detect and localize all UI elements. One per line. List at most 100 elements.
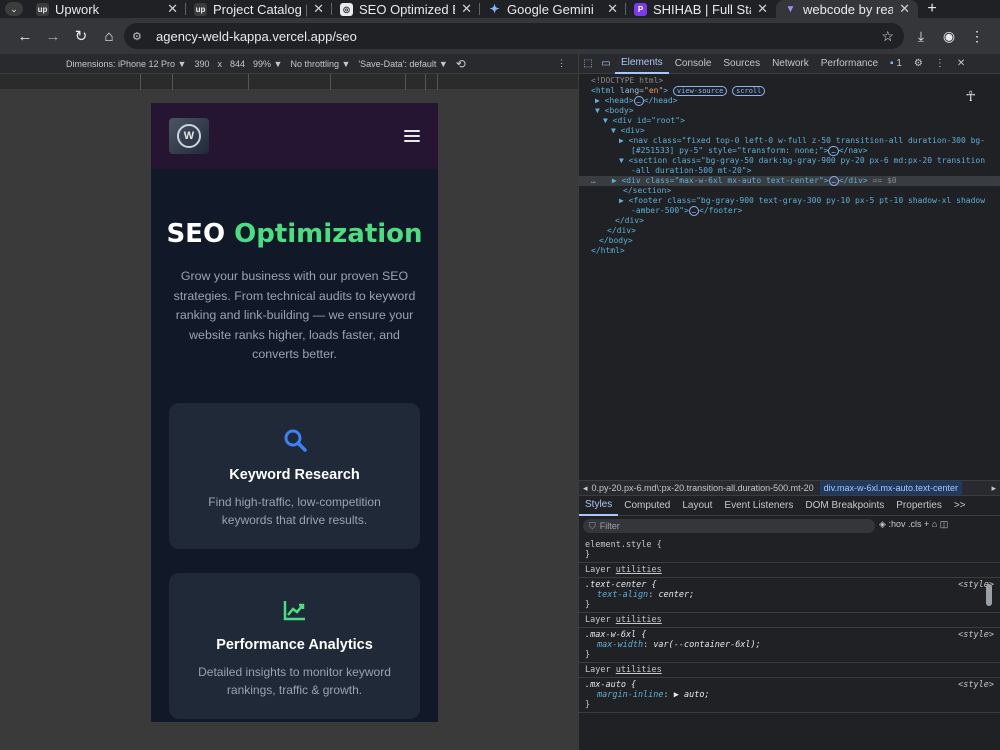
zoom-select[interactable]: 99% ▼: [253, 59, 282, 69]
dom-line[interactable]: ▼ <div id="root">: [591, 116, 1000, 126]
dom-line[interactable]: </section>: [591, 186, 1000, 196]
devtools-close-icon[interactable]: ✕: [951, 54, 971, 74]
css-rule-text-center[interactable]: .text-center {<style> text-align: center…: [579, 578, 1000, 613]
paint-icon[interactable]: ⌂: [932, 519, 937, 529]
tab-dom-breakpoints[interactable]: DOM Breakpoints: [799, 496, 890, 516]
breadcrumb-scroll-left-icon[interactable]: ◂: [579, 483, 592, 494]
tab-performance[interactable]: Performance: [815, 54, 884, 74]
tab-shihab[interactable]: P SHIHAB | Full Stack ✕: [626, 0, 776, 18]
menu-kebab-icon[interactable]: ⋮: [964, 23, 990, 49]
dom-line[interactable]: </html>: [591, 246, 1000, 256]
ellipsis-badge[interactable]: …: [633, 96, 644, 106]
dom-line[interactable]: ▼ <body>: [591, 106, 1000, 116]
forward-button[interactable]: →: [40, 23, 66, 49]
tab-properties[interactable]: Properties: [890, 496, 948, 516]
issues-badge[interactable]: ▪ 1: [884, 54, 908, 74]
dom-line[interactable]: <html lang="en"> view-source scroll: [591, 86, 1000, 96]
rule-source-link[interactable]: <style>: [958, 630, 994, 640]
scroll-badge[interactable]: scroll: [732, 86, 766, 96]
dom-line[interactable]: ▶ <head>… </head>: [591, 96, 1000, 106]
settings-gear-icon[interactable]: ⚙: [908, 54, 929, 74]
inspect-element-icon[interactable]: ⬚: [579, 58, 597, 69]
device-height-input[interactable]: 844: [230, 59, 245, 69]
new-tab-button[interactable]: +: [918, 0, 946, 18]
tab-search-button[interactable]: ⌄: [0, 0, 28, 18]
rotate-icon[interactable]: ⟲: [456, 57, 466, 71]
css-rule-mx-auto[interactable]: .mx-auto {<style> margin-inline: ▶ auto;…: [579, 678, 1000, 713]
tab-webcode-active[interactable]: ▼ webcode by react a ✕: [776, 0, 918, 18]
css-property[interactable]: text-align: [597, 590, 648, 600]
tab-sources[interactable]: Sources: [717, 54, 766, 74]
breadcrumb-item-selected[interactable]: div.max-w-6xl.mx-auto.text-center: [819, 481, 963, 495]
layers-icon[interactable]: ◈: [879, 519, 886, 529]
dom-line[interactable]: </body>: [591, 236, 1000, 246]
dom-line[interactable]: ▶ <footer class="bg-gray-900 text-gray-3…: [591, 196, 1000, 206]
ellipsis-badge[interactable]: …: [688, 206, 700, 216]
accessibility-person-icon[interactable]: ☥: [966, 88, 976, 105]
dom-line[interactable]: -all duration-500 mt-20">: [591, 166, 1000, 176]
url-text[interactable]: agency-weld-kappa.vercel.app/seo: [156, 29, 357, 44]
device-width-input[interactable]: 390: [194, 59, 209, 69]
close-icon[interactable]: ✕: [899, 1, 910, 17]
ellipsis-badge[interactable]: …: [828, 146, 839, 156]
close-icon[interactable]: ✕: [461, 1, 472, 17]
sidebar-toggle-icon[interactable]: ◫: [940, 519, 949, 529]
profile-icon[interactable]: ◉: [936, 23, 962, 49]
dom-line[interactable]: <!DOCTYPE html>: [591, 76, 1000, 86]
close-icon[interactable]: ✕: [167, 1, 178, 17]
css-rule-element-style[interactable]: element.style { }: [579, 538, 1000, 563]
tab-project-catalog[interactable]: up Project Catalog | Up ✕: [186, 0, 332, 18]
device-dimensions-select[interactable]: Dimensions: iPhone 12 Pro ▼: [66, 59, 186, 69]
styles-filter-input[interactable]: ⛉ Filter: [583, 519, 875, 533]
media-query-ruler[interactable]: [0, 74, 578, 90]
dom-line[interactable]: ▶ <nav class="fixed top-0 left-0 w-full …: [591, 136, 1000, 146]
dom-line[interactable]: -amber-500">… </footer>: [591, 206, 1000, 216]
tab-layout[interactable]: Layout: [676, 496, 718, 516]
dom-tree[interactable]: <!DOCTYPE html> <html lang="en"> view-so…: [579, 74, 1000, 474]
hov-cls-toggles[interactable]: :hov .cls +: [888, 519, 929, 529]
css-value[interactable]: center;: [658, 590, 694, 600]
back-button[interactable]: ←: [12, 23, 38, 49]
layer-link[interactable]: utilities: [616, 665, 662, 675]
dom-line[interactable]: ▼ <section class="bg-gray-50 dark:bg-gra…: [591, 156, 1000, 166]
css-value[interactable]: var(--container-6xl);: [653, 640, 760, 650]
close-icon[interactable]: ✕: [313, 1, 324, 17]
site-logo[interactable]: W: [169, 118, 209, 154]
home-button[interactable]: ⌂: [96, 23, 122, 49]
close-icon[interactable]: ✕: [607, 1, 618, 17]
breadcrumb-scroll-right-icon[interactable]: ▸: [987, 483, 1000, 494]
site-info-icon[interactable]: ⚙: [132, 30, 150, 43]
devtools-more-icon[interactable]: ⋮: [929, 54, 951, 74]
dom-line[interactable]: </div>: [591, 216, 1000, 226]
close-icon[interactable]: ✕: [757, 1, 768, 17]
tab-event-listeners[interactable]: Event Listeners: [718, 496, 799, 516]
hamburger-menu-icon[interactable]: [404, 130, 420, 142]
css-value[interactable]: ▶ auto;: [674, 690, 710, 700]
styles-scrollbar[interactable]: [986, 584, 992, 606]
tab-elements[interactable]: Elements: [615, 54, 669, 74]
throttling-select[interactable]: No throttling ▼: [290, 59, 350, 69]
device-toggle-icon[interactable]: ▭: [597, 58, 615, 69]
dom-line[interactable]: ▼ <div>: [591, 126, 1000, 136]
tab-upwork[interactable]: up Upwork ✕: [28, 0, 186, 18]
breadcrumb-item[interactable]: 0.py-20.px-6.md\:px-20.transition-all.du…: [592, 483, 814, 493]
layer-link[interactable]: utilities: [616, 615, 662, 625]
tab-seo-optimized[interactable]: ◎ SEO Optimized Bu ✕: [332, 0, 480, 18]
address-bar[interactable]: ⚙ agency-weld-kappa.vercel.app/seo ☆: [124, 23, 904, 49]
tab-console[interactable]: Console: [669, 54, 718, 74]
tab-computed[interactable]: Computed: [618, 496, 676, 516]
layer-link[interactable]: utilities: [616, 565, 662, 575]
rule-source-link[interactable]: <style>: [958, 680, 994, 690]
css-property[interactable]: max-width: [597, 640, 643, 650]
reload-button[interactable]: ↻: [68, 23, 94, 49]
view-source-badge[interactable]: view-source: [672, 86, 728, 96]
device-more-icon[interactable]: ⋮: [557, 58, 566, 69]
dom-line[interactable]: [#251533] py-5" style="transform: none;"…: [591, 146, 1000, 156]
dom-line[interactable]: </div>: [591, 226, 1000, 236]
bookmark-star-icon[interactable]: ☆: [881, 28, 894, 45]
more-tabs-icon[interactable]: >>: [948, 496, 972, 516]
download-icon[interactable]: ⤓: [908, 23, 934, 49]
css-rule-max-w-6xl[interactable]: .max-w-6xl {<style> max-width: var(--con…: [579, 628, 1000, 663]
tab-google-gemini[interactable]: ✦ Google Gemini ✕: [480, 0, 626, 18]
ellipsis-badge[interactable]: …: [828, 176, 839, 186]
